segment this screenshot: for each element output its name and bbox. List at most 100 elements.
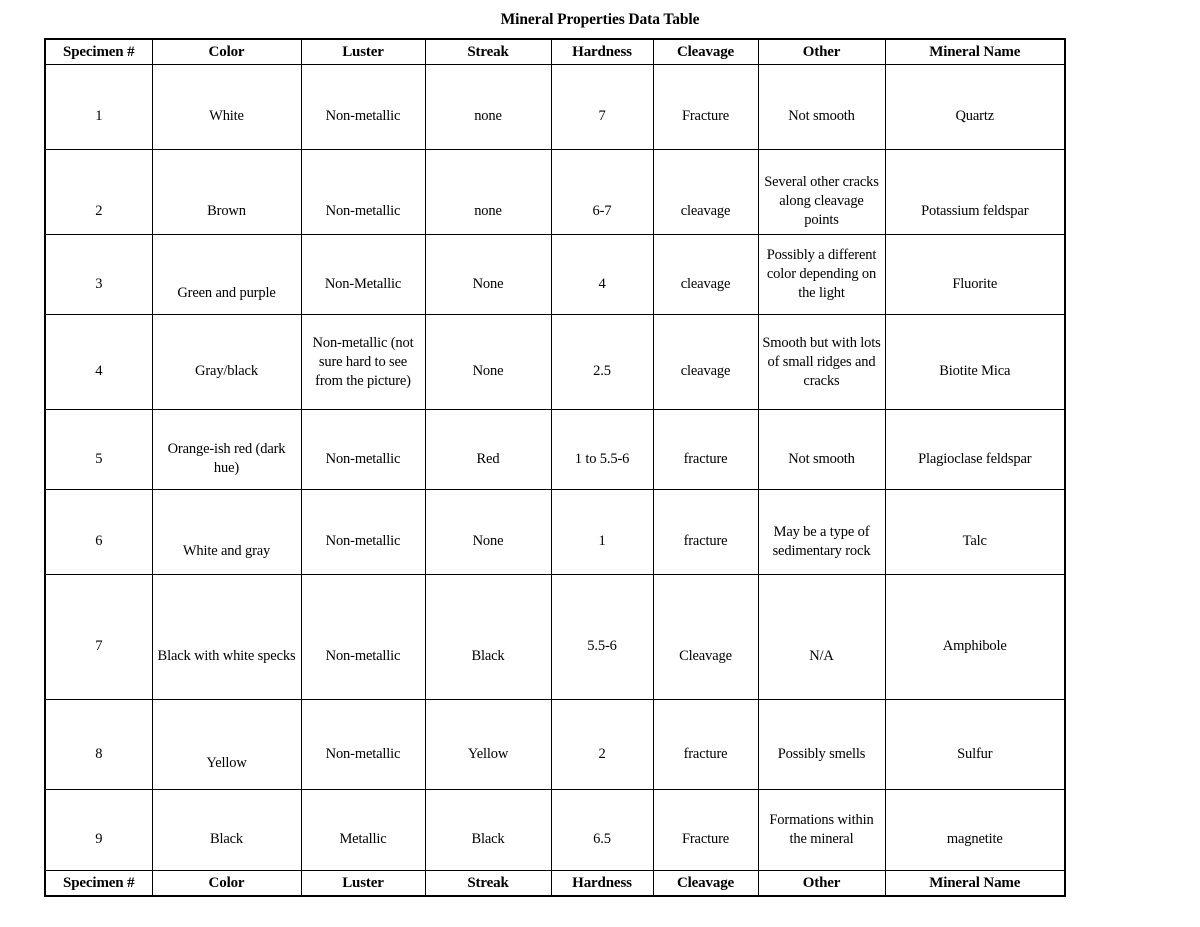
cell-text: Sulfur bbox=[957, 745, 993, 762]
column-header-luster: Luster bbox=[300, 38, 426, 65]
cell-text: 6 bbox=[95, 533, 103, 549]
cell-specimen: 5 bbox=[44, 409, 153, 490]
cell-text: Gray/black bbox=[195, 363, 258, 379]
cell-text: White bbox=[209, 108, 244, 124]
cell-cleavage: cleavage bbox=[652, 149, 759, 235]
cell-streak: Black bbox=[424, 789, 552, 871]
cell-streak: None bbox=[424, 314, 552, 410]
cell-luster: Non-Metallic bbox=[300, 234, 426, 315]
cell-text: cleavage bbox=[680, 202, 731, 219]
column-header-color: Color bbox=[151, 38, 302, 65]
footer-header-mineral-name: Mineral Name bbox=[884, 870, 1066, 897]
cell-color: White and gray bbox=[151, 489, 302, 575]
cell-mineral-name: Quartz bbox=[884, 64, 1066, 150]
cell-text: N/A bbox=[809, 647, 834, 664]
document-page: Mineral Properties Data Table Specimen #… bbox=[0, 0, 1200, 927]
table-row: 8 Yellow Non-metallic Yellow 2 fracture … bbox=[44, 699, 1066, 790]
cell-text: 4 bbox=[95, 363, 103, 379]
cell-cleavage: Cleavage bbox=[652, 574, 759, 700]
cell-text: Amphibole bbox=[942, 638, 1007, 654]
cell-specimen: 9 bbox=[44, 789, 153, 871]
cell-mineral-name: Plagioclase feldspar bbox=[884, 409, 1066, 490]
cell-streak: Yellow bbox=[424, 699, 552, 790]
cell-text: 1 bbox=[598, 533, 606, 549]
cell-text: 1 bbox=[95, 108, 103, 124]
cell-luster: Non-metallic bbox=[300, 699, 426, 790]
cell-text: 9 bbox=[95, 831, 103, 847]
cell-text: 5 bbox=[95, 450, 103, 467]
cell-streak: none bbox=[424, 149, 552, 235]
table-footer-row: Specimen # Color Luster Streak Hardness … bbox=[44, 870, 1066, 897]
table-row: 3 Green and purple Non-Metallic None 4 c… bbox=[44, 234, 1066, 315]
cell-text: Black with white specks bbox=[157, 647, 296, 664]
cell-color: Gray/black bbox=[151, 314, 302, 410]
cell-text: 6-7 bbox=[592, 202, 612, 219]
cell-color: White bbox=[151, 64, 302, 150]
cell-text: Non-metallic (not sure hard to see from … bbox=[312, 334, 414, 389]
cell-other: Possibly a different color depending on … bbox=[757, 234, 886, 315]
cell-streak: None bbox=[424, 234, 552, 315]
cell-text: fracture bbox=[683, 450, 728, 467]
footer-header-streak: Streak bbox=[424, 870, 552, 897]
cell-text: Black bbox=[471, 831, 505, 847]
cell-luster: Metallic bbox=[300, 789, 426, 871]
cell-hardness: 6.5 bbox=[550, 789, 654, 871]
cell-specimen: 2 bbox=[44, 149, 153, 235]
cell-text: 8 bbox=[95, 745, 103, 762]
cell-text: 7 bbox=[598, 108, 606, 124]
cell-color: Black with white specks bbox=[151, 574, 302, 700]
cell-text: Non-metallic bbox=[325, 108, 401, 124]
cell-hardness: 1 to 5.5-6 bbox=[550, 409, 654, 490]
cell-text: none bbox=[474, 202, 502, 219]
cell-mineral-name: magnetite bbox=[884, 789, 1066, 871]
cell-text: Fracture bbox=[681, 831, 730, 847]
table-header-row: Specimen # Color Luster Streak Hardness … bbox=[44, 38, 1066, 65]
footer-header-specimen: Specimen # bbox=[44, 870, 153, 897]
table-row: 2 Brown Non-metallic none 6-7 cleavage S… bbox=[44, 149, 1066, 235]
cell-text: Not smooth bbox=[788, 450, 855, 467]
cell-color: Yellow bbox=[151, 699, 302, 790]
cell-other: Several other cracks along cleavage poin… bbox=[757, 149, 886, 235]
table-row: 4 Gray/black Non-metallic (not sure hard… bbox=[44, 314, 1066, 410]
cell-text: 3 bbox=[95, 275, 103, 292]
cell-cleavage: cleavage bbox=[652, 234, 759, 315]
cell-text: 2.5 bbox=[593, 363, 611, 379]
cell-text: White and gray bbox=[182, 542, 271, 559]
cell-color: Black bbox=[151, 789, 302, 871]
footer-header-color: Color bbox=[151, 870, 302, 897]
cell-text: 7 bbox=[95, 638, 103, 654]
cell-streak: None bbox=[424, 489, 552, 575]
table-row: 1 White Non-metallic none 7 Fracture Not… bbox=[44, 64, 1066, 150]
cell-cleavage: fracture bbox=[652, 489, 759, 575]
column-header-specimen: Specimen # bbox=[44, 38, 153, 65]
column-header-mineral-name: Mineral Name bbox=[884, 38, 1066, 65]
footer-header-other: Other bbox=[757, 870, 886, 897]
cell-mineral-name: Sulfur bbox=[884, 699, 1066, 790]
cell-text: Yellow bbox=[467, 745, 509, 762]
footer-header-cleavage: Cleavage bbox=[652, 870, 759, 897]
cell-text: None bbox=[472, 533, 504, 549]
cell-hardness: 2.5 bbox=[550, 314, 654, 410]
cell-text: Fracture bbox=[681, 108, 730, 124]
cell-text: Cleavage bbox=[679, 647, 732, 664]
cell-text: Orange-ish red (dark hue) bbox=[167, 441, 286, 476]
cell-color: Orange-ish red (dark hue) bbox=[151, 409, 302, 490]
cell-text: cleavage bbox=[680, 275, 731, 292]
table-row: 9 Black Metallic Black 6.5 Fracture Form… bbox=[44, 789, 1066, 871]
cell-color: Brown bbox=[151, 149, 302, 235]
cell-mineral-name: Biotite Mica bbox=[884, 314, 1066, 410]
cell-luster: Non-metallic bbox=[300, 489, 426, 575]
cell-other: Not smooth bbox=[757, 64, 886, 150]
cell-hardness: 4 bbox=[550, 234, 654, 315]
cell-other: Possibly smells bbox=[757, 699, 886, 790]
cell-streak: none bbox=[424, 64, 552, 150]
mineral-properties-table: Specimen # Color Luster Streak Hardness … bbox=[44, 38, 1066, 897]
cell-text: Possibly smells bbox=[777, 745, 866, 762]
cell-text: 2 bbox=[598, 745, 606, 762]
cell-streak: Black bbox=[424, 574, 552, 700]
cell-text: Black bbox=[471, 647, 505, 664]
cell-text: Possibly a different color depending on … bbox=[766, 247, 877, 301]
cell-specimen: 8 bbox=[44, 699, 153, 790]
cell-text: Quartz bbox=[955, 108, 995, 124]
cell-hardness: 2 bbox=[550, 699, 654, 790]
